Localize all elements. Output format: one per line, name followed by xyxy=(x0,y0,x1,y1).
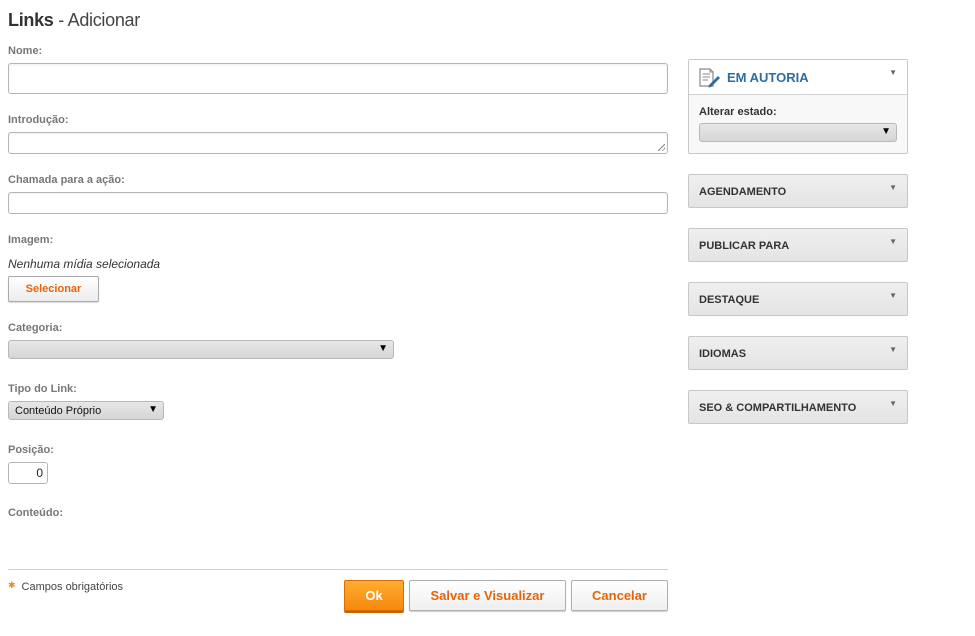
scheduling-panel-title: AGENDAMENTO xyxy=(699,186,787,198)
save-and-view-button[interactable]: Salvar e Visualizar xyxy=(409,580,566,611)
intro-label: Introdução: xyxy=(8,114,69,126)
status-panel-header[interactable]: EM AUTORIA ▼ xyxy=(689,60,907,95)
ok-button[interactable]: Ok xyxy=(344,580,404,611)
name-input[interactable] xyxy=(8,63,668,94)
category-label: Categoria: xyxy=(8,322,63,334)
caret-down-icon: ▼ xyxy=(148,404,158,415)
link-type-label: Tipo do Link: xyxy=(8,383,77,395)
status-panel: EM AUTORIA ▼ Alterar estado: ▼ xyxy=(688,59,908,154)
scheduling-panel[interactable]: AGENDAMENTO ▼ xyxy=(688,174,908,208)
caret-down-icon: ▼ xyxy=(881,126,891,137)
asterisk-icon: ✱ xyxy=(8,580,16,590)
link-type-select[interactable]: Conteúdo Próprio ▼ xyxy=(8,401,164,420)
change-state-label: Alterar estado: xyxy=(699,106,777,118)
position-label: Posição: xyxy=(8,444,54,456)
page-title-main: Links xyxy=(8,10,54,30)
highlight-panel-title: DESTAQUE xyxy=(699,294,760,306)
category-select[interactable]: ▼ xyxy=(8,340,394,359)
triangle-down-icon[interactable]: ▼ xyxy=(889,68,897,77)
select-media-button[interactable]: Selecionar xyxy=(8,276,99,302)
triangle-down-icon[interactable]: ▼ xyxy=(889,237,897,246)
highlight-panel[interactable]: DESTAQUE ▼ xyxy=(688,282,908,316)
cancel-button[interactable]: Cancelar xyxy=(571,580,668,611)
link-type-select-value: Conteúdo Próprio xyxy=(15,405,102,417)
required-fields-note: ✱ Campos obrigatórios xyxy=(8,580,123,593)
page-title-sub: - Adicionar xyxy=(58,10,140,30)
cta-input[interactable] xyxy=(8,192,668,214)
content-label: Conteúdo: xyxy=(8,507,63,519)
name-label: Nome: xyxy=(8,45,43,57)
languages-panel-title: IDIOMAS xyxy=(699,348,747,360)
required-fields-text: Campos obrigatórios xyxy=(21,581,124,593)
resize-grip-icon[interactable] xyxy=(658,144,665,151)
seo-sharing-panel-title: SEO & COMPARTILHAMENTO xyxy=(699,402,857,414)
status-panel-title: EM AUTORIA xyxy=(727,70,809,85)
publish-to-panel[interactable]: PUBLICAR PARA ▼ xyxy=(688,228,908,262)
position-input[interactable]: 0 xyxy=(8,462,48,484)
triangle-down-icon[interactable]: ▼ xyxy=(889,291,897,300)
intro-textarea[interactable] xyxy=(8,132,668,154)
triangle-down-icon[interactable]: ▼ xyxy=(889,345,897,354)
triangle-down-icon[interactable]: ▼ xyxy=(889,183,897,192)
form-divider xyxy=(8,569,668,570)
languages-panel[interactable]: IDIOMAS ▼ xyxy=(688,336,908,370)
page-title: Links - Adicionar xyxy=(8,10,140,31)
triangle-down-icon[interactable]: ▼ xyxy=(889,399,897,408)
no-media-text: Nenhuma mídia selecionada xyxy=(8,257,161,271)
cta-label: Chamada para a ação: xyxy=(8,174,125,186)
change-state-select[interactable]: ▼ xyxy=(699,123,897,142)
caret-down-icon: ▼ xyxy=(378,343,388,354)
publish-to-panel-title: PUBLICAR PARA xyxy=(699,240,790,252)
document-edit-icon xyxy=(699,68,721,93)
seo-sharing-panel[interactable]: SEO & COMPARTILHAMENTO ▼ xyxy=(688,390,908,424)
image-label: Imagem: xyxy=(8,234,54,246)
